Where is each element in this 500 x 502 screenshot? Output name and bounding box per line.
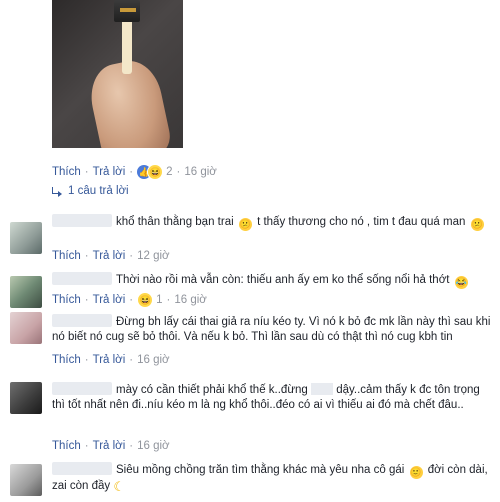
comment-body: Thời nào rồi mà vẫn còn: thiếu anh ấy em… [52, 272, 492, 289]
comment-action-bar: Thích · Trả lời · 16 giờ [52, 440, 170, 452]
comment-body: Đừng bh lấy cái thai giả ra níu kéo ty. … [52, 314, 492, 345]
replies-toggle[interactable]: 1 câu trả lời [52, 185, 129, 197]
comment-text: khổ thân thằng bạn trai [116, 216, 234, 228]
avatar[interactable] [10, 382, 42, 414]
reaction-count[interactable]: 2 [166, 166, 172, 178]
timestamp[interactable]: 16 giờ [174, 294, 206, 306]
timestamp[interactable]: 16 giờ [184, 166, 216, 178]
commenter-name[interactable] [52, 272, 112, 285]
comment-body: Siêu mồng chồng trăn tìm thằng khác mà y… [52, 462, 492, 494]
comment-photo[interactable] [52, 0, 183, 148]
separator-dot: · [129, 294, 134, 306]
smiley-face-icon: 🙂 [409, 466, 423, 479]
reply-link[interactable]: Trả lời [93, 440, 126, 452]
reply-link[interactable]: Trả lời [93, 354, 126, 366]
like-link[interactable]: Thích [52, 354, 81, 366]
avatar[interactable] [10, 222, 42, 254]
separator-dot: · [176, 166, 181, 178]
commenter-name[interactable] [52, 462, 112, 475]
reply-link[interactable]: Trả lời [93, 250, 126, 262]
reply-arrow-icon [52, 187, 62, 197]
replies-toggle-label[interactable]: 1 câu trả lời [68, 185, 129, 197]
timestamp[interactable]: 16 giờ [137, 440, 169, 452]
separator-dot: · [84, 354, 89, 366]
reply-link[interactable]: Trả lời [93, 166, 126, 178]
confused-face-icon: 😕 [470, 218, 484, 231]
laughing-face-icon: 😂 [454, 276, 468, 289]
confused-face-icon: 😕 [238, 218, 252, 231]
timestamp[interactable]: 16 giờ [137, 354, 169, 366]
post-action-bar: Thích · Trả lời · 👍 😆 2 · 16 giờ [52, 164, 217, 180]
like-link[interactable]: Thích [52, 440, 81, 452]
like-link[interactable]: Thích [52, 166, 81, 178]
separator-dot: · [129, 166, 134, 178]
separator-dot: · [129, 354, 134, 366]
like-link[interactable]: Thích [52, 250, 81, 262]
moon-icon: ☾ [113, 479, 126, 494]
comment-action-bar: Thích · Trả lời · 😆 1 · 16 giờ [52, 292, 207, 308]
separator-dot: · [84, 250, 89, 262]
comment-text: Đừng bh lấy cái thai giả ra níu kéo ty. … [52, 316, 491, 343]
comment-text: mày có cần thiết phải khổ thế k..đừng [116, 384, 308, 396]
comment-body: khổ thân thằng bạn trai 😕 t thấy thương … [52, 214, 492, 231]
commenter-name[interactable] [52, 382, 112, 395]
separator-dot: · [129, 440, 134, 452]
comment-text: t thấy thương cho nó , tim t đau quá man [257, 216, 466, 228]
comment-text: Siêu mồng chồng trăn tìm thằng khác mà y… [116, 464, 405, 476]
commenter-name[interactable] [52, 214, 112, 227]
timestamp[interactable]: 12 giờ [137, 250, 169, 262]
like-link[interactable]: Thích [52, 294, 81, 306]
separator-dot: · [84, 294, 89, 306]
comment-action-bar: Thích · Trả lời · 12 giờ [52, 250, 170, 262]
reaction-count[interactable]: 1 [156, 294, 162, 306]
haha-reaction-icon[interactable]: 😆 [147, 164, 164, 180]
gold-band [120, 8, 136, 12]
separator-dot: · [129, 250, 134, 262]
avatar[interactable] [10, 464, 42, 496]
separator-dot: · [166, 294, 171, 306]
comment-text: Thời nào rồi mà vẫn còn: thiếu anh ấy em… [116, 274, 450, 286]
commenter-name[interactable] [52, 314, 112, 327]
avatar[interactable] [10, 276, 42, 308]
separator-dot: · [84, 440, 89, 452]
comment-action-bar: Thích · Trả lời · 16 giờ [52, 354, 170, 366]
reply-link[interactable]: Trả lời [93, 294, 126, 306]
comment-body: mày có cần thiết phải khổ thế k..đừng dậ… [52, 382, 492, 413]
avatar[interactable] [10, 312, 42, 344]
separator-dot: · [84, 166, 89, 178]
redacted-text [311, 383, 334, 395]
haha-reaction-icon[interactable]: 😆 [137, 292, 154, 308]
